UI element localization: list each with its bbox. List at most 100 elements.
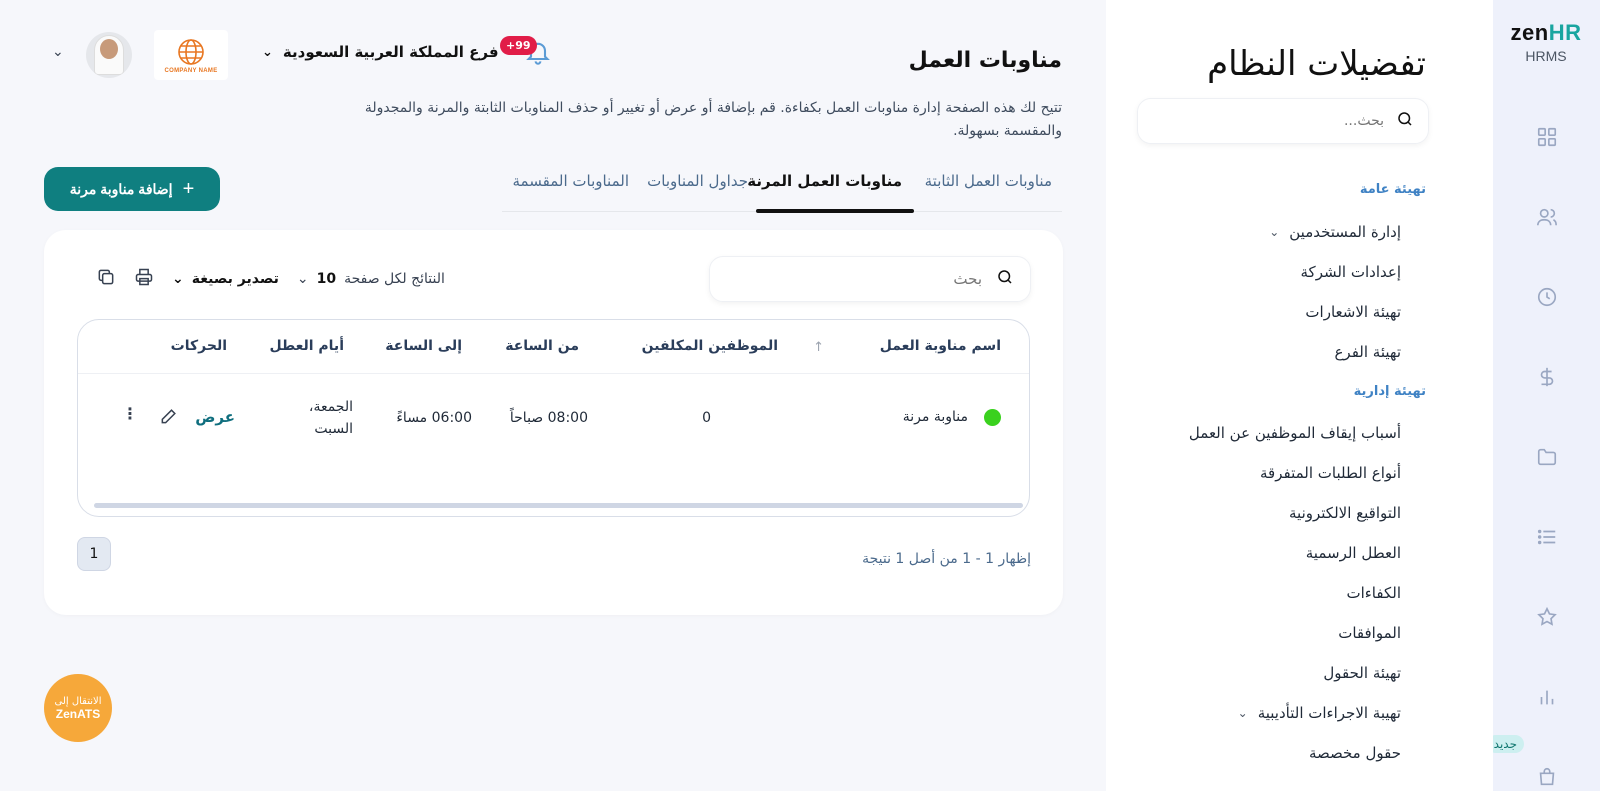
preferences-title: تفضيلات النظام bbox=[1207, 44, 1426, 84]
pref-item-label: تهيئة الاشعارات bbox=[1305, 303, 1401, 321]
preferences-search[interactable] bbox=[1137, 98, 1429, 144]
chevron-down-icon: ⌄ bbox=[262, 44, 273, 60]
company-logo-text: COMPANY NAME bbox=[164, 68, 218, 74]
logo-subtitle: HRMS bbox=[1525, 48, 1567, 64]
pref-item-users[interactable]: إدارة المستخدمين ⌄ bbox=[1269, 223, 1401, 241]
pref-item-misc-requests[interactable]: أنواع الطلبات المتفرقة bbox=[1260, 464, 1401, 482]
sort-arrow-icon[interactable]: ↑ bbox=[813, 340, 824, 355]
pref-item-disciplinary[interactable]: تهيبة الاجراءات التأديبية ⌄ bbox=[1238, 704, 1401, 722]
pref-item-label: الكفاءات bbox=[1346, 584, 1401, 602]
print-icon[interactable] bbox=[134, 267, 154, 291]
pref-item-label: أسباب إيقاف الموظفين عن العمل bbox=[1188, 424, 1401, 442]
tab-split-shifts[interactable]: المناوبات المقسمة bbox=[513, 172, 629, 190]
pref-item-e-signatures[interactable]: التواقيع الالكترونية bbox=[1289, 504, 1401, 522]
table-search[interactable] bbox=[709, 256, 1031, 302]
to-time-cell: 06:00 مساءً bbox=[396, 410, 472, 426]
view-action-link[interactable]: عرض bbox=[195, 408, 235, 426]
tabs-bar: مناوبات العمل الثابتة مناوبات العمل المر… bbox=[502, 162, 1062, 213]
column-header-actions: الحركات bbox=[170, 338, 227, 354]
pref-item-competencies[interactable]: الكفاءات bbox=[1346, 584, 1401, 602]
pref-item-label: العطل الرسمية bbox=[1305, 544, 1401, 562]
ats-line1: الانتقال إلى bbox=[54, 695, 102, 707]
logo-hr: HR bbox=[1548, 20, 1582, 45]
per-page-selector[interactable]: النتائج لكل صفحة 10 ⌄ bbox=[297, 271, 445, 287]
branch-selector[interactable]: فرع المملكة العربية السعودية ⌄ bbox=[262, 43, 499, 61]
star-icon[interactable] bbox=[1526, 596, 1568, 638]
pref-item-label: التواقيع الالكترونية bbox=[1289, 504, 1401, 522]
clock-icon[interactable] bbox=[1526, 276, 1568, 318]
zenats-shortcut-button[interactable]: الانتقال إلى ZenATS bbox=[44, 674, 112, 742]
pref-item-custom-fields[interactable]: حقول مخصصة bbox=[1309, 744, 1401, 762]
chevron-down-icon: ⌄ bbox=[172, 271, 184, 287]
page-button-1[interactable]: 1 bbox=[77, 537, 111, 571]
chevron-down-icon: ⌄ bbox=[1237, 706, 1248, 720]
section-general-title: تهيئة عامة bbox=[1359, 182, 1426, 197]
per-page-label: النتائج لكل صفحة bbox=[344, 271, 445, 287]
column-header-employees: الموظفين المكلفين bbox=[641, 338, 778, 354]
plus-icon: + bbox=[182, 178, 195, 200]
pref-item-label: تهيئة الفرع bbox=[1334, 343, 1401, 361]
pref-item-suspension-reasons[interactable]: أسباب إيقاف الموظفين عن العمل bbox=[1189, 424, 1401, 442]
horizontal-scrollbar[interactable] bbox=[94, 503, 1023, 508]
pref-item-company[interactable]: إعدادات الشركة bbox=[1301, 263, 1401, 281]
shift-name-cell: مناوبة مرنة bbox=[902, 409, 968, 425]
status-dot bbox=[984, 409, 1001, 426]
copy-icon[interactable] bbox=[96, 267, 116, 291]
add-button-label: إضافة مناوبة مرنة bbox=[69, 180, 173, 197]
shifts-card: تصدير بصيغة ⌄ النتائج لكل صفحة 10 ⌄ اسم … bbox=[44, 230, 1063, 615]
chart-icon[interactable] bbox=[1526, 676, 1568, 718]
zenhr-logo[interactable]: zenHR HRMS bbox=[1506, 20, 1586, 64]
tab-shift-schedules[interactable]: جداول المناوبات bbox=[647, 172, 748, 190]
folder-icon[interactable] bbox=[1526, 436, 1568, 478]
grid-icon[interactable] bbox=[1526, 116, 1568, 158]
pref-item-label: أنواع الطلبات المتفرقة bbox=[1260, 464, 1401, 482]
column-header-name[interactable]: اسم مناوبة العمل bbox=[880, 338, 1001, 354]
pref-item-label: تهيبة الاجراءات التأديبية bbox=[1257, 704, 1401, 722]
shifts-table: اسم مناوبة العمل ↑ الموظفين المكلفين من … bbox=[77, 319, 1030, 517]
pref-item-fields[interactable]: تهيئة الحقول bbox=[1323, 664, 1401, 682]
bag-icon[interactable] bbox=[1526, 756, 1568, 791]
main-content: ⌄ COMPANY NAME فرع المملكة العربية السعو… bbox=[0, 0, 1106, 791]
more-options-icon[interactable]: ⋮ bbox=[122, 404, 138, 423]
chevron-down-icon: ⌄ bbox=[1269, 225, 1280, 239]
add-flexible-shift-button[interactable]: + إضافة مناوبة مرنة bbox=[44, 167, 220, 211]
pref-item-label: تهيئة الحقول bbox=[1323, 664, 1401, 682]
chevron-down-icon[interactable]: ⌄ bbox=[52, 44, 64, 60]
table-header: اسم مناوبة العمل ↑ الموظفين المكلفين من … bbox=[78, 320, 1029, 374]
notifications-bell[interactable]: +99 bbox=[500, 36, 552, 72]
edit-icon[interactable] bbox=[159, 406, 179, 430]
pref-item-notifications[interactable]: تهيئة الاشعارات bbox=[1305, 303, 1401, 321]
search-icon bbox=[996, 268, 1014, 290]
avatar[interactable] bbox=[86, 32, 132, 78]
active-tab-indicator bbox=[756, 209, 914, 213]
ats-line2: ZenATS bbox=[55, 706, 101, 721]
preferences-search-input[interactable] bbox=[1184, 113, 1384, 129]
export-label: تصدير بصيغة bbox=[191, 271, 279, 287]
tab-flexible-shifts[interactable]: مناوبات العمل المرنة bbox=[747, 172, 902, 190]
top-bar: ⌄ COMPANY NAME فرع المملكة العربية السعو… bbox=[52, 30, 552, 80]
tab-fixed-shifts[interactable]: مناوبات العمل الثابتة bbox=[925, 172, 1052, 190]
company-logo: COMPANY NAME bbox=[154, 30, 228, 80]
table-toolbar: تصدير بصيغة ⌄ النتائج لكل صفحة 10 ⌄ bbox=[96, 264, 445, 294]
pref-item-label: حقول مخصصة bbox=[1308, 744, 1401, 762]
users-icon[interactable] bbox=[1526, 196, 1568, 238]
notifications-count-badge: +99 bbox=[500, 36, 537, 55]
pref-item-label: إدارة المستخدمين bbox=[1289, 223, 1401, 241]
icon-rail: zenHR HRMS جديد bbox=[1486, 0, 1600, 791]
list-icon[interactable] bbox=[1526, 516, 1568, 558]
pref-item-label: الموافقات bbox=[1338, 624, 1401, 642]
per-page-value: 10 bbox=[316, 271, 337, 287]
branch-label: فرع المملكة العربية السعودية bbox=[282, 43, 499, 61]
pref-item-branch[interactable]: تهيئة الفرع bbox=[1334, 343, 1401, 361]
table-search-input[interactable] bbox=[742, 270, 982, 288]
pagination-info: إظهار 1 - 1 من أصل 1 نتيجة bbox=[862, 551, 1031, 567]
pref-item-holidays[interactable]: العطل الرسمية bbox=[1306, 544, 1401, 562]
section-admin-title: تهيئة إدارية bbox=[1353, 384, 1426, 399]
export-dropdown[interactable]: تصدير بصيغة ⌄ bbox=[172, 271, 279, 287]
days-off-cell-line2: السبت bbox=[314, 421, 353, 437]
dollar-icon[interactable] bbox=[1526, 356, 1568, 398]
page-title: مناوبات العمل bbox=[908, 48, 1062, 73]
preferences-panel: تفضيلات النظام تهيئة عامة إدارة المستخدم… bbox=[1106, 0, 1493, 791]
pref-item-approvals[interactable]: الموافقات bbox=[1338, 624, 1401, 642]
logo-zen: zen bbox=[1510, 20, 1549, 45]
